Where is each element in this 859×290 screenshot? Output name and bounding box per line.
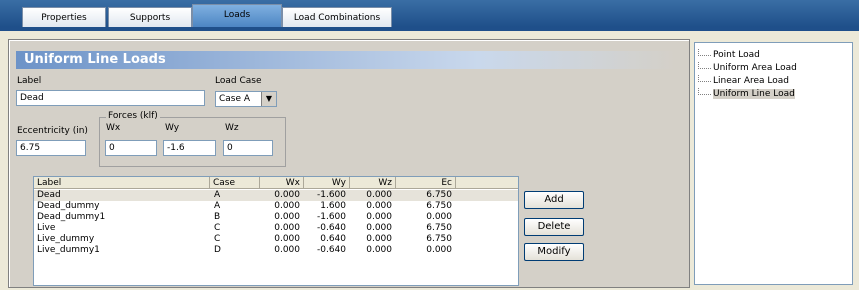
cell-wy: 1.600 [320, 201, 346, 211]
cell-wx: 0.000 [274, 223, 300, 233]
table-row[interactable]: Dead A 0.000 -1.600 0.000 6.750 [34, 190, 518, 201]
cell-ec: 6.750 [426, 223, 452, 233]
page-title: Uniform Line Loads [16, 51, 676, 69]
cell-wy: -1.600 [316, 212, 346, 222]
cell-wz: 0.000 [366, 234, 392, 244]
tab-properties[interactable]: Properties [22, 7, 106, 29]
col-wy[interactable]: Wy [304, 177, 350, 189]
col-wz[interactable]: Wz [350, 177, 396, 189]
cell-case: C [214, 223, 221, 233]
cell-label: Dead_dummy [37, 201, 100, 211]
tab-supports[interactable]: Supports [108, 7, 192, 29]
cell-ec: 6.750 [426, 190, 452, 200]
tree-connector [698, 75, 711, 82]
wx-input[interactable]: 0 [105, 140, 157, 156]
wz-label: Wz [225, 123, 239, 133]
col-wx[interactable]: Wx [260, 177, 304, 189]
eccentricity-input[interactable]: 6.75 [16, 140, 86, 156]
table-row[interactable]: Live C 0.000 -0.640 0.000 6.750 [34, 223, 518, 234]
col-ec[interactable]: Ec [396, 177, 456, 189]
cell-wy: -1.600 [316, 190, 346, 200]
cell-label: Live_dummy1 [37, 245, 100, 255]
table-row[interactable]: Dead_dummy A 0.000 1.600 0.000 6.750 [34, 201, 518, 212]
cell-wy: 0.640 [320, 234, 346, 244]
table-row[interactable]: Live_dummy1 D 0.000 -0.640 0.000 0.000 [34, 245, 518, 256]
eccentricity-label: Eccentricity (in) [17, 126, 88, 136]
col-label[interactable]: Label [34, 177, 210, 189]
modify-button[interactable]: Modify [524, 243, 584, 261]
label-field-label: Label [17, 76, 42, 86]
load-type-tree: Point Load Uniform Area Load Linear Area… [694, 42, 853, 285]
cell-case: D [214, 245, 221, 255]
table-row[interactable]: Dead_dummy1 B 0.000 -1.600 0.000 0.000 [34, 212, 518, 223]
cell-ec: 6.750 [426, 234, 452, 244]
tree-item-linear-area-load[interactable]: Linear Area Load [698, 75, 789, 87]
wx-label: Wx [106, 123, 121, 133]
cell-wz: 0.000 [366, 212, 392, 222]
cell-wx: 0.000 [274, 212, 300, 222]
tab-load-combinations[interactable]: Load Combinations [282, 7, 392, 29]
delete-button[interactable]: Delete [524, 218, 584, 236]
cell-wz: 0.000 [366, 190, 392, 200]
wz-input[interactable]: 0 [223, 140, 273, 156]
load-case-label: Load Case [215, 76, 262, 86]
wy-input[interactable]: -1.6 [163, 140, 216, 156]
tree-connector [698, 62, 711, 69]
tree-item-label: Uniform Line Load [713, 89, 795, 99]
cell-wx: 0.000 [274, 245, 300, 255]
cell-wx: 0.000 [274, 201, 300, 211]
load-case-value: Case A [219, 94, 251, 104]
add-button[interactable]: Add [524, 191, 584, 209]
col-filler [456, 177, 518, 189]
tree-item-uniform-area-load[interactable]: Uniform Area Load [698, 62, 797, 74]
tree-item-point-load[interactable]: Point Load [698, 49, 760, 61]
tree-item-label: Point Load [713, 50, 760, 60]
loads-table: Label Case Wx Wy Wz Ec Dead A 0.000 -1.600 0… [33, 176, 519, 286]
tab-underline [0, 27, 859, 31]
tree-item-uniform-line-load[interactable]: Uniform Line Load [698, 88, 795, 100]
cell-case: B [214, 212, 221, 222]
cell-ec: 0.000 [426, 245, 452, 255]
label-input[interactable]: Dead [16, 90, 205, 106]
load-case-select[interactable]: Case A ▼ [215, 91, 277, 107]
table-header: Label Case Wx Wy Wz Ec [34, 177, 518, 189]
cell-case: A [214, 201, 221, 211]
cell-wz: 0.000 [366, 223, 392, 233]
forces-group-title: Forces (klf) [106, 111, 160, 121]
cell-wx: 0.000 [274, 234, 300, 244]
cell-ec: 0.000 [426, 212, 452, 222]
table-row[interactable]: Live_dummy C 0.000 0.640 0.000 6.750 [34, 234, 518, 245]
chevron-down-icon[interactable]: ▼ [261, 92, 276, 106]
cell-wx: 0.000 [274, 190, 300, 200]
tree-connector [698, 88, 711, 95]
cell-wy: -0.640 [316, 223, 346, 233]
cell-label: Dead_dummy1 [37, 212, 106, 222]
tree-item-label: Linear Area Load [713, 76, 789, 86]
cell-label: Dead [37, 190, 61, 200]
cell-label: Live [37, 223, 56, 233]
cell-case: A [214, 190, 221, 200]
tab-loads[interactable]: Loads [192, 4, 282, 29]
tree-connector [698, 49, 711, 56]
tree-item-label: Uniform Area Load [713, 63, 797, 73]
cell-wy: -0.640 [316, 245, 346, 255]
cell-case: C [214, 234, 221, 244]
cell-label: Live_dummy [37, 234, 95, 244]
cell-ec: 6.750 [426, 201, 452, 211]
cell-wz: 0.000 [366, 245, 392, 255]
cell-wz: 0.000 [366, 201, 392, 211]
col-case[interactable]: Case [210, 177, 260, 189]
wy-label: Wy [165, 123, 180, 133]
